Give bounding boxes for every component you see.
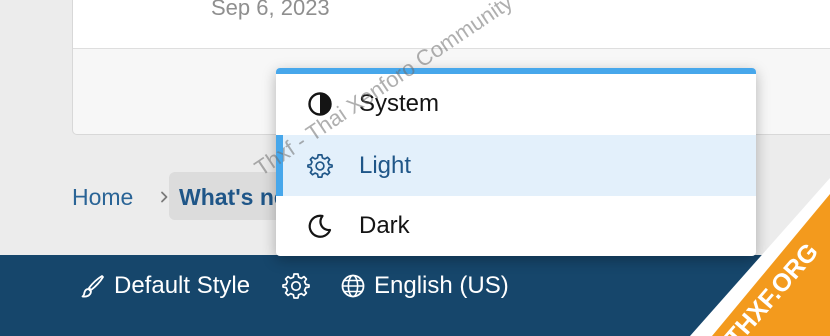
card-header: Sep 6, 2023: [73, 0, 830, 49]
language-chooser-link[interactable]: English (US): [340, 270, 509, 302]
language-chooser-label: English (US): [374, 272, 509, 299]
post-date: Sep 6, 2023: [211, 0, 330, 20]
moon-icon: [308, 214, 332, 238]
style-chooser-label: Default Style: [114, 272, 251, 299]
theme-option-label: System: [359, 90, 440, 117]
theme-option-label: Light: [359, 151, 412, 179]
theme-toggle-button[interactable]: [282, 270, 310, 302]
breadcrumb-home-link[interactable]: Home: [72, 184, 133, 211]
theme-menu: System Light Dark: [276, 68, 756, 256]
half-circle-icon: [308, 92, 332, 116]
paintbrush-icon: [81, 275, 104, 298]
theme-option-system[interactable]: System: [276, 74, 756, 134]
theme-option-label: Dark: [359, 212, 410, 239]
gear-icon: [282, 273, 310, 299]
theme-option-light[interactable]: Light: [276, 135, 756, 196]
gear-icon: [307, 153, 333, 178]
globe-icon: [341, 274, 365, 298]
theme-option-dark[interactable]: Dark: [276, 196, 756, 256]
style-chooser-link[interactable]: Default Style: [80, 270, 250, 302]
footer-bar: Default Style English (US): [0, 255, 830, 336]
